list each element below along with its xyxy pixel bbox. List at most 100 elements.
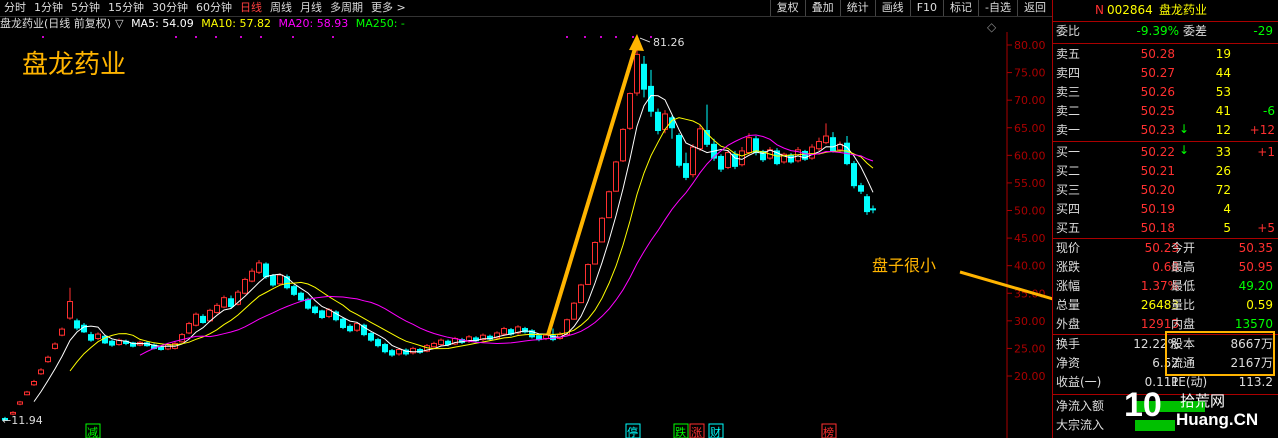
weicha-value: -29 <box>1253 24 1273 38</box>
price-tick-label: 25.00 <box>1014 342 1046 355</box>
period-tab-9[interactable]: 多周期 <box>326 0 367 16</box>
stat-label: 换手 <box>1056 337 1081 351</box>
candle-body-90 <box>634 53 640 94</box>
action-button-5[interactable]: 标记 <box>943 0 978 16</box>
action-buttons: 复权 叠加 统计 画线 F10 标记 -自选 返回 <box>769 0 1052 16</box>
bid-row-2: 买三 50.20 72 <box>1053 181 1278 200</box>
period-tab-6[interactable]: 日线 <box>236 0 266 16</box>
annotation-text: 盘子很小 <box>872 256 937 275</box>
candle-body-71 <box>501 328 507 335</box>
action-button-7[interactable]: 返回 <box>1017 0 1052 16</box>
candle-body-62 <box>438 339 444 346</box>
period-tab-3[interactable]: 15分钟 <box>104 0 148 16</box>
candle-body-4 <box>31 381 37 386</box>
period-tab-8[interactable]: 月线 <box>296 0 326 16</box>
candle-body-42 <box>298 292 304 301</box>
candle-body-77 <box>543 334 549 339</box>
candle-body-35 <box>249 270 255 282</box>
bid-volume: 33 <box>1215 145 1231 159</box>
ask-label: 卖一 <box>1056 123 1081 137</box>
rise-arrow-line <box>546 41 639 336</box>
event-marker-0[interactable]: 减 <box>87 426 98 438</box>
candle-body-3 <box>24 391 30 396</box>
action-button-2[interactable]: 统计 <box>839 0 875 16</box>
candle-body-8 <box>59 328 65 336</box>
price-tick-label: 30.00 <box>1014 315 1046 328</box>
candle-body-84 <box>592 241 598 265</box>
bid-label: 买一 <box>1056 145 1081 159</box>
event-marker-4[interactable]: 财 <box>710 425 721 438</box>
period-tab-7[interactable]: 周线 <box>266 0 296 16</box>
period-tab-5[interactable]: 60分钟 <box>192 0 236 16</box>
period-tab-0[interactable]: 分时 <box>0 0 30 16</box>
bid-row-4: 买五 50.18 5 +5 <box>1053 219 1278 238</box>
ask-row-0: 卖五 50.28 19 <box>1053 45 1278 64</box>
action-button-0[interactable]: 复权 <box>769 0 805 16</box>
action-button-4[interactable]: F10 <box>909 0 943 16</box>
candle-body-27 <box>193 313 199 326</box>
stat-label: 外盘 <box>1056 317 1081 331</box>
candle-body-30 <box>214 304 220 314</box>
period-tab-10[interactable]: 更多 > <box>367 0 410 16</box>
ma250-label: MA250: - <box>355 17 405 30</box>
period-tab-1[interactable]: 1分钟 <box>30 0 67 16</box>
candle-body-26 <box>186 323 192 334</box>
bid-price: 50.22 <box>1140 145 1175 159</box>
candle-body-115 <box>809 146 815 159</box>
event-marker-2[interactable]: 跌 <box>675 425 686 438</box>
action-button-6[interactable]: -自选 <box>978 0 1017 16</box>
stat-label: 涨跌 <box>1056 260 1081 274</box>
signal-dot <box>240 36 242 38</box>
period-toolbar: 分时 1分钟 5分钟 15分钟 30分钟 60分钟 日线 周线 月线 多周期 更多 > 复权 叠加 统计… <box>0 0 1052 17</box>
candle-body-116 <box>816 141 822 150</box>
action-button-1[interactable]: 叠加 <box>804 0 840 16</box>
ma-legend: 盘龙药业(日线 前复权) ▽ MA5: 54.09 MA10: 57.82 MA2… <box>0 17 409 31</box>
candle-body-85 <box>599 217 605 243</box>
flow-label: 净流入额 <box>1056 399 1105 413</box>
signal-dot <box>292 36 294 38</box>
ask-price: 50.23 <box>1140 123 1175 137</box>
bid-volume: 5 <box>1223 221 1231 235</box>
stat-value: 49.20 <box>1238 279 1273 293</box>
candle-body-93 <box>655 111 661 132</box>
candle-body-32 <box>228 298 234 307</box>
bid-price: 50.20 <box>1140 183 1175 197</box>
candle-body-2 <box>17 401 23 405</box>
candle-body-99 <box>697 128 703 150</box>
weibi-row: 委比 -9.39% 委差 -29 <box>1053 22 1278 41</box>
candle-body-41 <box>291 286 297 295</box>
candle-body-56 <box>396 349 402 355</box>
candle-body-22 <box>158 346 164 351</box>
ask-price: 50.27 <box>1140 66 1175 80</box>
candle-body-97 <box>683 163 689 178</box>
candlestick-chart[interactable]: 80.00 75.00 70.00 65.00 60.00 55.00 50.00 45.00… <box>0 0 1052 438</box>
watermark-site: 拾荒网 <box>1180 392 1226 410</box>
expand-icon[interactable]: ▽ <box>115 17 123 30</box>
ma20-line <box>139 134 874 356</box>
period-tab-2[interactable]: 5分钟 <box>67 0 104 16</box>
signal-dot <box>195 36 197 38</box>
period-tab-4[interactable]: 30分钟 <box>148 0 192 16</box>
candle-body-98 <box>690 146 696 176</box>
stat-value: 0.59 <box>1246 298 1273 312</box>
price-tick-label: 75.00 <box>1014 67 1046 80</box>
stat-label: 最低 <box>1171 279 1196 293</box>
candle-body-54 <box>382 344 388 353</box>
signal-dot <box>632 36 634 38</box>
event-marker-1[interactable]: 停 <box>627 425 638 438</box>
candle-body-44 <box>312 306 318 314</box>
ask-label: 卖五 <box>1056 47 1081 61</box>
ask-change: -6 <box>1263 104 1275 118</box>
stat-value: 50.35 <box>1238 241 1273 255</box>
candle-body-82 <box>578 284 584 304</box>
panel-header: N 002864 盘龙药业 <box>1053 1 1278 20</box>
ask-price: 50.26 <box>1140 85 1175 99</box>
candle-body-100 <box>704 130 710 145</box>
candle-body-61 <box>431 342 437 348</box>
event-marker-3[interactable]: 涨 <box>691 426 702 438</box>
event-marker-5[interactable]: 榜 <box>823 425 834 438</box>
candle-body-43 <box>305 298 311 309</box>
action-button-3[interactable]: 画线 <box>874 0 910 16</box>
stat-label: 今开 <box>1171 241 1196 255</box>
stat-row-2: 涨幅 1.37% 最低 49.20 <box>1053 277 1278 296</box>
